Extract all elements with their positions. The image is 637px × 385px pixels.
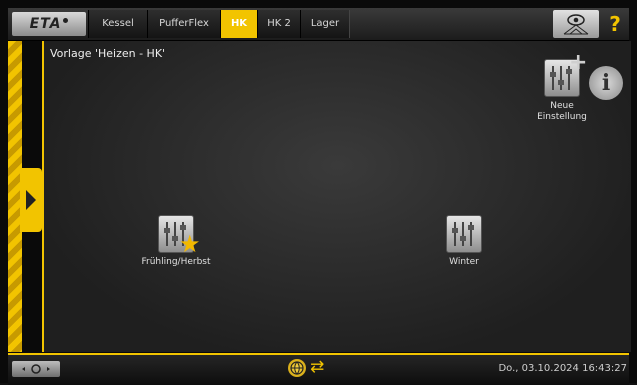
new-setting-line2: Einstellung bbox=[537, 112, 587, 122]
star-icon: ★ bbox=[179, 230, 201, 258]
tab-label: Kessel bbox=[102, 18, 134, 29]
date-time: Do., 03.10.2024 16:43:27 bbox=[498, 363, 627, 374]
info-button[interactable]: i bbox=[589, 66, 623, 100]
new-setting-line1: Neue bbox=[550, 101, 574, 111]
new-setting-label: Neue Einstellung bbox=[502, 101, 622, 123]
app-frame: ETA Kessel PufferFlex HK HK 2 Lager ? Vo… bbox=[0, 0, 637, 385]
tab-hk[interactable]: HK bbox=[220, 10, 258, 38]
logo-text: ETA bbox=[29, 16, 62, 32]
sliders-icon bbox=[446, 215, 482, 253]
status-bar: ⇄ Do., 03.10.2024 16:43:27 bbox=[8, 353, 629, 385]
tab-pufferflex[interactable]: PufferFlex bbox=[147, 10, 221, 38]
help-icon: ? bbox=[609, 12, 621, 36]
eye-network-button[interactable] bbox=[553, 10, 599, 38]
page-title: Vorlage 'Heizen - HK' bbox=[50, 47, 166, 60]
top-navigation-bar: ETA Kessel PufferFlex HK HK 2 Lager ? bbox=[8, 8, 629, 41]
preset-fruehling-herbst[interactable]: ★ Frühling/Herbst bbox=[116, 215, 236, 268]
plus-icon: + bbox=[569, 50, 588, 75]
tab-hk-2[interactable]: HK 2 bbox=[257, 10, 301, 38]
tab-label: PufferFlex bbox=[159, 18, 209, 29]
sync-icon[interactable]: ⇄ bbox=[310, 357, 324, 377]
sliders-icon: ★ bbox=[158, 215, 201, 256]
tools-icon bbox=[22, 364, 50, 374]
tools-button[interactable] bbox=[12, 361, 60, 377]
preset-winter[interactable]: Winter bbox=[404, 215, 524, 268]
logo-dot bbox=[63, 17, 69, 23]
tab-label: Lager bbox=[310, 18, 340, 29]
help-button[interactable]: ? bbox=[601, 10, 629, 38]
tab-kessel[interactable]: Kessel bbox=[88, 10, 148, 38]
side-menu-toggle[interactable] bbox=[20, 168, 42, 232]
menu-arrow-icon bbox=[26, 190, 36, 210]
sliders-icon: + bbox=[544, 52, 587, 97]
eta-logo[interactable]: ETA bbox=[12, 12, 86, 36]
globe-glyph bbox=[290, 361, 304, 375]
globe-icon[interactable] bbox=[288, 359, 306, 377]
template-panel: Vorlage 'Heizen - HK' + Neue Einstellung… bbox=[42, 41, 631, 352]
tab-lager[interactable]: Lager bbox=[300, 10, 350, 38]
preset-label: Winter bbox=[449, 257, 479, 267]
tab-label: HK 2 bbox=[267, 18, 291, 29]
tab-label: HK bbox=[230, 18, 248, 29]
preset-label: Frühling/Herbst bbox=[141, 257, 211, 267]
info-icon: i bbox=[601, 70, 611, 96]
eye-network-icon bbox=[563, 14, 589, 35]
